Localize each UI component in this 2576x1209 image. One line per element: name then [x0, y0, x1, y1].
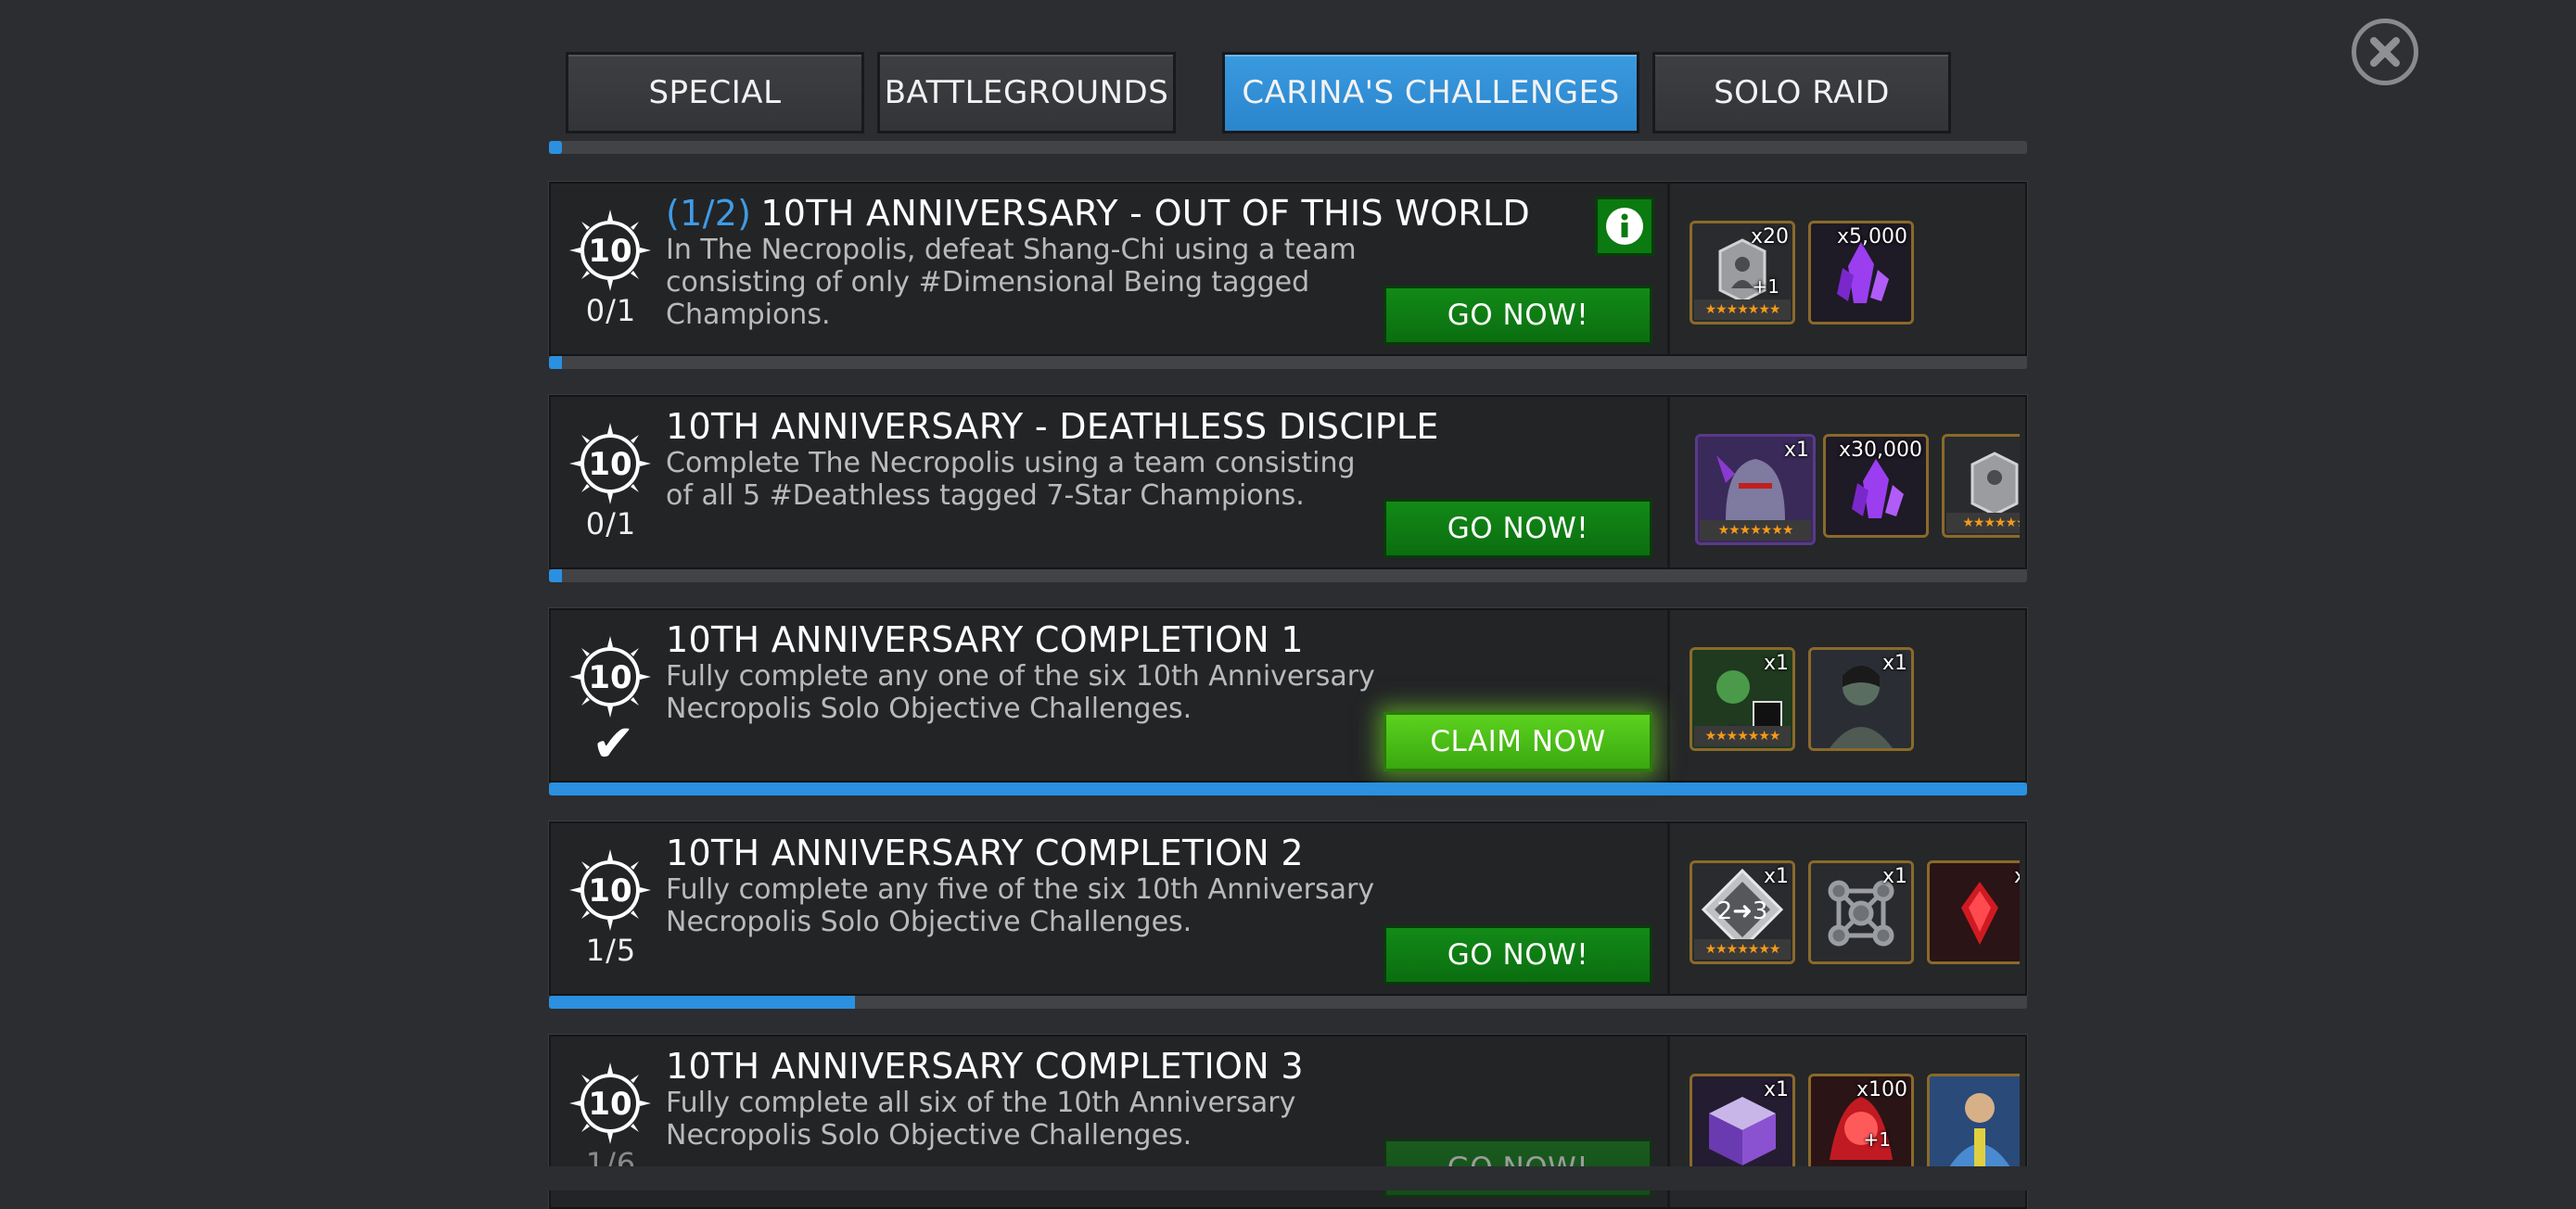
- tab-label: SPECIAL: [648, 74, 782, 111]
- tab-label: CARINA'S CHALLENGES: [1242, 74, 1620, 111]
- reward-quantity: x1: [1763, 1078, 1789, 1101]
- reward-item[interactable]: x20 +1 ★★★★★★★: [1690, 221, 1795, 325]
- reward-quantity: x100: [1855, 1078, 1907, 1101]
- info-button[interactable]: [1595, 197, 1654, 256]
- tab-solo-raid[interactable]: SOLO RAID: [1652, 52, 1951, 134]
- star-rating: ★★★★★★★: [1700, 520, 1811, 541]
- reward-quantity: x1: [1783, 439, 1809, 462]
- rank-label: 2➜3: [1717, 897, 1768, 925]
- challenge-progress-bar: [549, 569, 2027, 582]
- reward-item[interactable]: x1 ★★★★★★★: [1690, 647, 1795, 751]
- go-now-button[interactable]: GO NOW!: [1384, 499, 1652, 558]
- challenge-card: 0/1 10TH ANNIVERSARY - DEATHLESS DISCIPL…: [549, 395, 2027, 569]
- challenge-progress-bar: [549, 783, 2027, 795]
- list-clip-mask: [0, 1166, 2576, 1190]
- challenge-description: Fully complete all six of the 10th Anniv…: [666, 1087, 1296, 1152]
- tab-special[interactable]: SPECIAL: [566, 52, 864, 134]
- reward-item[interactable]: x: [1927, 860, 2020, 964]
- close-icon: [2370, 37, 2400, 67]
- star-rating: ★★★★★★★: [1694, 299, 1791, 320]
- challenge-description: Fully complete any five of the six 10th …: [666, 873, 1375, 938]
- tab-label: BATTLEGROUNDS: [884, 74, 1169, 111]
- challenge-description: Complete The Necropolis using a team con…: [666, 447, 1356, 512]
- part-indicator: (1/2): [666, 193, 752, 234]
- close-button[interactable]: [2352, 19, 2418, 85]
- progress-count: 0/1: [585, 293, 637, 328]
- reward-item[interactable]: x1 ★★★★★★★: [1695, 434, 1816, 545]
- anniversary-10-badge-icon: [567, 208, 653, 293]
- anniversary-10-badge-icon: [567, 847, 653, 933]
- reward-list: x20 +1 ★★★★★★★ x5,000: [1690, 221, 2020, 332]
- challenge-progress-bar: [549, 996, 2027, 1009]
- tab-label: SOLO RAID: [1714, 74, 1890, 111]
- challenge-title: 10TH ANNIVERSARY COMPLETION 2: [666, 833, 1304, 873]
- reward-item[interactable]: x1: [1808, 860, 1914, 964]
- reward-bonus: +1: [1863, 1128, 1891, 1151]
- reward-item[interactable]: 2➜3 x1 ★★★★★★★: [1690, 860, 1795, 964]
- reward-quantity: x1: [1763, 652, 1789, 675]
- reward-quantity: x1: [1763, 865, 1789, 888]
- reward-item[interactable]: x1: [1808, 647, 1914, 751]
- red-crystal-icon: [1930, 863, 2020, 961]
- go-now-button[interactable]: GO NOW!: [1384, 286, 1652, 345]
- challenge-title: 10TH ANNIVERSARY COMPLETION 3: [666, 1046, 1304, 1087]
- challenge-card: 1/5 10TH ANNIVERSARY COMPLETION 2 Fully …: [549, 821, 2027, 996]
- reward-item[interactable]: x5,000: [1808, 221, 1914, 325]
- challenge-description: In The Necropolis, defeat Shang-Chi usin…: [666, 234, 1357, 331]
- challenge-card: ✔ 10TH ANNIVERSARY COMPLETION 1 Fully co…: [549, 608, 2027, 783]
- reward-item[interactable]: x100 +1: [1808, 1074, 1914, 1177]
- anniversary-10-badge-icon: [567, 1061, 653, 1146]
- claim-now-button[interactable]: CLAIM NOW: [1384, 712, 1652, 771]
- star-rating: ★★★★★★: [1946, 513, 2020, 533]
- go-now-button[interactable]: GO NOW!: [1384, 925, 1652, 985]
- champion-portrait-icon: [1930, 1076, 2020, 1175]
- challenge-title: (1/2) 10TH ANNIVERSARY - OUT OF THIS WORL…: [666, 193, 1530, 234]
- reward-quantity: x30,000: [1839, 439, 1922, 462]
- challenge-progress-bar: [549, 356, 2027, 369]
- tab-battlegrounds[interactable]: BATTLEGROUNDS: [877, 52, 1176, 134]
- reward-quantity: x20: [1750, 225, 1789, 248]
- reward-quantity: x1: [1881, 652, 1907, 675]
- star-rating: ★★★★★★★: [1694, 726, 1791, 746]
- star-rating: ★★★★★★★: [1694, 939, 1791, 960]
- info-icon: [1606, 208, 1643, 245]
- anniversary-10-badge-icon: [567, 421, 653, 506]
- reward-item[interactable]: x ★★★★★★: [1942, 434, 2020, 538]
- tab-carinas-challenges[interactable]: CARINA'S CHALLENGES: [1222, 52, 1639, 134]
- progress-count: 0/1: [585, 506, 637, 541]
- reward-item[interactable]: x1: [1690, 1074, 1795, 1177]
- reward-item[interactable]: x30,000: [1823, 434, 1929, 538]
- reward-quantity: x1: [1881, 865, 1907, 888]
- challenge-title-text: 10TH ANNIVERSARY - OUT OF THIS WORLD: [760, 193, 1531, 234]
- challenge-title: 10TH ANNIVERSARY COMPLETION 1: [666, 619, 1304, 660]
- challenge-title: 10TH ANNIVERSARY - DEATHLESS DISCIPLE: [666, 406, 1439, 447]
- progress-count: 1/5: [585, 933, 637, 968]
- challenge-description: Fully complete any one of the six 10th A…: [666, 660, 1375, 725]
- reward-item[interactable]: [1927, 1074, 2020, 1177]
- previous-progress-bar: [549, 141, 2027, 154]
- reward-list: 2➜3 x1 ★★★★★★★ x1: [1690, 860, 2020, 972]
- reward-bonus: +1: [1752, 275, 1779, 298]
- reward-list: x1 ★★★★★★★ x30,000 x ★★★★★★: [1690, 434, 2020, 545]
- checkmark-icon: ✔: [592, 714, 635, 774]
- reward-quantity: x5,000: [1836, 225, 1907, 248]
- reward-quantity: x: [2014, 865, 2020, 888]
- challenge-card: 0/1 (1/2) 10TH ANNIVERSARY - OUT OF THIS …: [549, 182, 2027, 356]
- anniversary-10-badge-icon: [567, 634, 653, 719]
- reward-list: x1 ★★★★★★★ x1: [1690, 647, 2020, 758]
